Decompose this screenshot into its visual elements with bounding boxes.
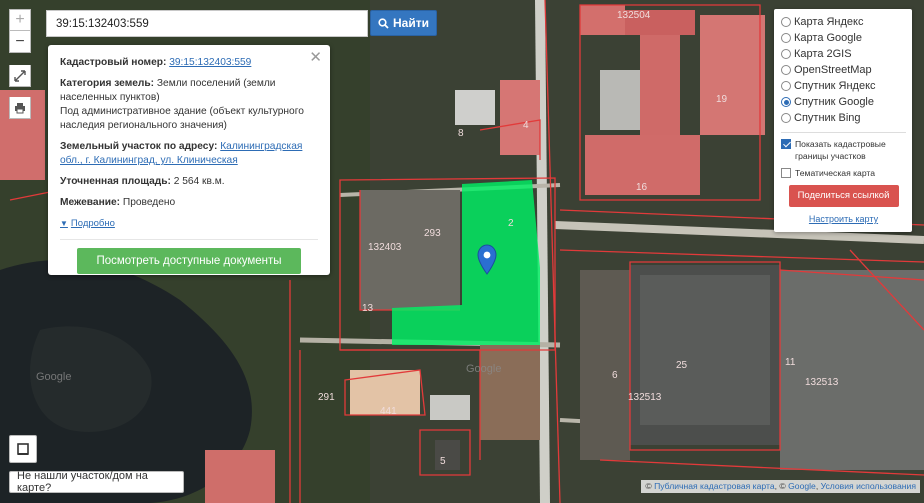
- area-label: Уточненная площадь:: [60, 176, 171, 187]
- divider: [60, 239, 318, 240]
- map-label: 25: [676, 360, 688, 371]
- map-label: 441: [380, 406, 397, 417]
- checkbox-icon: [781, 168, 791, 178]
- layer-option-google-map[interactable]: Карта Google: [781, 30, 906, 46]
- cadastral-number-link[interactable]: 39:15:132403:559: [169, 57, 251, 68]
- layer-option-2gis-map[interactable]: Карта 2GIS: [781, 46, 906, 62]
- pkk-link[interactable]: Публичная кадастровая карта: [654, 481, 775, 491]
- layer-option-yandex-satellite[interactable]: Спутник Яндекс: [781, 78, 906, 94]
- expand-icon: [14, 69, 26, 82]
- close-icon[interactable]: ✕: [309, 50, 322, 65]
- address-row: Земельный участок по адресу: Калининград…: [60, 140, 318, 168]
- map-label-block: 132513: [628, 392, 662, 403]
- details-label: Подробно: [70, 218, 115, 229]
- layer-option-yandex-map[interactable]: Карта Яндекс: [781, 14, 906, 30]
- terms-link[interactable]: Условия использования: [821, 481, 916, 491]
- printer-icon: [15, 102, 25, 113]
- map-label-block: 132403: [368, 242, 402, 253]
- attribution-separator: , ©: [774, 481, 786, 491]
- search-button-label: Найти: [393, 16, 429, 30]
- print-button[interactable]: [9, 97, 31, 119]
- search-input[interactable]: [46, 10, 368, 37]
- fullscreen-button[interactable]: [9, 65, 31, 87]
- layer-label: Карта Google: [794, 32, 862, 44]
- zoom-out-button[interactable]: −: [9, 31, 31, 53]
- survey-value: Проведено: [122, 197, 176, 208]
- cadastral-number-label: Кадастровый номер:: [60, 57, 167, 68]
- map-label: 11: [785, 357, 796, 368]
- map-label: 4: [523, 120, 529, 131]
- map-tools: + −: [9, 9, 31, 119]
- building: [480, 345, 540, 440]
- checkbox-label: Тематическая карта: [795, 168, 876, 178]
- layer-label: Спутник Bing: [794, 112, 861, 124]
- checkbox-checked-icon: [781, 139, 791, 149]
- land-category-row: Категория земель: Земли поселений (земли…: [60, 77, 318, 133]
- map-watermark: Google: [466, 363, 501, 375]
- address-label: Земельный участок по адресу:: [60, 141, 218, 152]
- layer-label: Карта 2GIS: [794, 48, 852, 60]
- map-watermark: Google: [36, 371, 71, 383]
- copyright-sign: ©: [645, 481, 652, 491]
- land-purpose-value: Под административное здание (объект куль…: [60, 106, 304, 131]
- map-label: 6: [612, 370, 618, 381]
- area-row: Уточненная площадь: 2 564 кв.м.: [60, 175, 318, 189]
- survey-row: Межевание: Проведено: [60, 196, 318, 210]
- zoom-in-button[interactable]: +: [9, 9, 31, 31]
- radio-icon: [781, 49, 791, 59]
- google-link[interactable]: Google: [788, 481, 816, 491]
- share-link-button[interactable]: Поделиться ссылкой: [788, 185, 899, 207]
- layer-option-google-satellite[interactable]: Спутник Google: [781, 94, 906, 110]
- map-label: 293: [424, 228, 441, 239]
- search-button[interactable]: Найти: [370, 10, 437, 36]
- map-attribution: © Публичная кадастровая карта, © Google,…: [641, 480, 920, 493]
- thematic-map-checkbox[interactable]: Тематическая карта: [781, 167, 906, 179]
- radio-icon: [781, 33, 791, 43]
- layer-option-osm[interactable]: OpenStreetMap: [781, 62, 906, 78]
- layer-label: Спутник Google: [794, 96, 874, 108]
- square-icon: [17, 443, 29, 455]
- configure-map-link[interactable]: Настроить карту: [781, 214, 906, 224]
- map-label-block: 132504: [617, 10, 651, 21]
- survey-label: Межевание:: [60, 197, 121, 208]
- map-label: 5: [440, 456, 446, 467]
- radio-icon: [781, 81, 791, 91]
- map-label: 291: [318, 392, 335, 403]
- divider: [781, 132, 906, 133]
- map-label: 16: [636, 182, 648, 193]
- not-found-button[interactable]: Не нашли участок/дом на карте?: [9, 470, 184, 494]
- layer-option-bing-satellite[interactable]: Спутник Bing: [781, 110, 906, 126]
- search-icon: [378, 17, 389, 29]
- radio-selected-icon: [781, 97, 791, 107]
- land-category-label: Категория земель:: [60, 78, 155, 89]
- parcel-info-popup: ✕ Кадастровый номер: 39:15:132403:559 Ка…: [48, 45, 330, 275]
- view-documents-button[interactable]: Посмотреть доступные документы: [77, 248, 301, 274]
- map-label: 8: [458, 128, 464, 139]
- details-toggle[interactable]: ▼ Подробно: [60, 217, 115, 231]
- checkbox-label: Показать кадастровые границы участков: [795, 139, 886, 161]
- radio-icon: [781, 113, 791, 123]
- map-layers-panel: Карта Яндекс Карта Google Карта 2GIS Ope…: [774, 9, 912, 232]
- map-label-block: 132513: [805, 377, 839, 388]
- map-label: 2: [508, 218, 514, 229]
- layer-label: Спутник Яндекс: [794, 80, 876, 92]
- layer-label: Карта Яндекс: [794, 16, 864, 28]
- cadastral-number-row: Кадастровый номер: 39:15:132403:559: [60, 56, 318, 70]
- area-value: 2 564 кв.м.: [173, 176, 225, 187]
- radio-icon: [781, 65, 791, 75]
- layer-label: OpenStreetMap: [794, 64, 872, 76]
- radio-icon: [781, 17, 791, 27]
- show-boundaries-checkbox[interactable]: Показать кадастровые границы участков: [781, 138, 906, 162]
- triangle-down-icon: ▼: [60, 219, 68, 228]
- map-label: 13: [362, 303, 374, 314]
- map-label: 19: [716, 94, 728, 105]
- layers-toggle-button[interactable]: [9, 435, 37, 463]
